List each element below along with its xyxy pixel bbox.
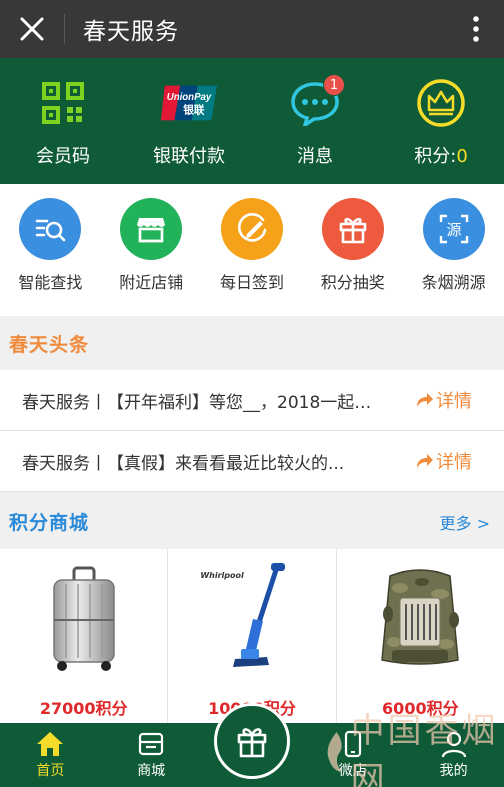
news-section-title: 春天头条 bbox=[9, 333, 90, 356]
product-card[interactable]: 27000积分 bbox=[0, 549, 169, 723]
close-icon bbox=[20, 17, 44, 41]
daily-checkin-label: 每日签到 bbox=[219, 273, 284, 292]
points-label-text: 积分: bbox=[414, 146, 457, 167]
points-lottery-button[interactable]: 积分抽奖 bbox=[302, 184, 403, 316]
tab-home[interactable]: 首页 bbox=[0, 723, 101, 787]
member-code-button[interactable]: 会员码 bbox=[0, 58, 126, 184]
gift-icon bbox=[339, 217, 367, 244]
points-label: 积分:0 bbox=[414, 142, 468, 168]
watermark-text: 中国香烟网 bbox=[350, 711, 499, 787]
trace-source-icon-text: 源 bbox=[446, 221, 461, 239]
camo-picnic-backpack-image bbox=[381, 569, 460, 665]
tab-shop-label: 商城 bbox=[137, 763, 166, 779]
page-title: 春天服务 bbox=[83, 19, 179, 45]
store-icon bbox=[137, 218, 166, 243]
nearby-stores-circle bbox=[120, 198, 183, 260]
member-code-label: 会员码 bbox=[36, 146, 90, 167]
message-badge: 1 bbox=[323, 74, 345, 96]
news-detail-link[interactable]: 详情 bbox=[416, 387, 472, 413]
quick-actions: 智能查找 附近店铺 每日签到 积分抽奖 源 条烟溯源 bbox=[0, 184, 504, 316]
points-lottery-label: 积分抽奖 bbox=[320, 273, 385, 292]
smart-search-circle bbox=[19, 198, 82, 260]
daily-checkin-circle bbox=[220, 198, 283, 260]
shop-bag-icon bbox=[139, 732, 164, 756]
unionpay-label: 银联付款 bbox=[153, 146, 225, 167]
points-value: 0 bbox=[456, 146, 468, 167]
news-item[interactable]: 春天服务丨【真假】来看看最近比较火的... 详情 bbox=[0, 431, 504, 492]
crown-icon bbox=[417, 79, 465, 127]
news-detail-link[interactable]: 详情 bbox=[416, 448, 472, 474]
daily-checkin-button[interactable]: 每日签到 bbox=[202, 184, 303, 316]
unionpay-logo: UnionPay 银联 bbox=[160, 85, 218, 121]
product-price: 27000积分 bbox=[39, 699, 128, 718]
smart-search-button[interactable]: 智能查找 bbox=[0, 184, 101, 316]
cigarette-trace-button[interactable]: 源 条烟溯源 bbox=[403, 184, 504, 316]
mall-more-link[interactable]: 更多 > bbox=[440, 510, 491, 534]
product-image: Whirlpool bbox=[168, 549, 335, 689]
home-icon bbox=[37, 732, 64, 756]
cigarette-trace-circle: 源 bbox=[422, 198, 485, 260]
tab-home-label: 首页 bbox=[36, 763, 65, 779]
flame-logo-icon bbox=[327, 732, 342, 772]
whirlpool-brand-logo: Whirlpool bbox=[200, 571, 244, 580]
news-item-text: 春天服务丨【真假】来看看最近比较火的... bbox=[22, 453, 345, 474]
product-card[interactable]: 6000积分 bbox=[337, 549, 504, 723]
news-item-text: 春天服务丨【开年福利】等您__，2018一起… bbox=[22, 392, 372, 413]
nearby-stores-label: 附近店铺 bbox=[119, 273, 184, 292]
title-bar: 春天服务 bbox=[0, 0, 504, 58]
vertical-dots-icon bbox=[473, 16, 479, 42]
watermark: 中国香烟网 bbox=[325, 711, 504, 787]
center-gift-button[interactable] bbox=[214, 703, 290, 779]
unionpay-logo-text-top: UnionPay bbox=[167, 92, 212, 103]
silver-suitcase-image bbox=[52, 566, 115, 671]
share-arrow-icon bbox=[417, 454, 433, 468]
news-detail-label: 详情 bbox=[436, 391, 472, 412]
more-button[interactable] bbox=[448, 0, 504, 58]
top-action-bar: 会员码 UnionPay 银联 银联付款 1 消息 积分:0 bbox=[0, 58, 504, 184]
product-card[interactable]: Whirlpool 10000积分 bbox=[168, 549, 337, 723]
news-section-header: 春天头条 bbox=[0, 316, 504, 370]
messages-button[interactable]: 1 消息 bbox=[252, 58, 378, 184]
product-image bbox=[337, 549, 504, 689]
news-detail-label: 详情 bbox=[436, 452, 472, 473]
unionpay-logo-text-bottom: 银联 bbox=[183, 104, 205, 117]
tab-shop[interactable]: 商城 bbox=[101, 723, 202, 787]
product-list: 27000积分 Whirlpool 10000积分 6 bbox=[0, 549, 504, 723]
mall-section-title: 积分商城 bbox=[9, 512, 90, 534]
unionpay-button[interactable]: UnionPay 银联 银联付款 bbox=[126, 58, 252, 184]
gift-center-icon bbox=[237, 728, 267, 758]
points-lottery-circle bbox=[321, 198, 384, 260]
product-image bbox=[0, 549, 167, 689]
mall-section-header: 积分商城 更多 > bbox=[0, 494, 504, 549]
smart-search-label: 智能查找 bbox=[18, 273, 83, 292]
nearby-stores-button[interactable]: 附近店铺 bbox=[101, 184, 202, 316]
share-arrow-icon bbox=[417, 393, 433, 407]
close-button[interactable] bbox=[0, 0, 64, 58]
points-button[interactable]: 积分:0 bbox=[378, 58, 504, 184]
news-item[interactable]: 春天服务丨【开年福利】等您__，2018一起… 详情 bbox=[0, 370, 504, 431]
cigarette-trace-label: 条烟溯源 bbox=[421, 273, 486, 292]
qr-code-icon bbox=[42, 82, 84, 124]
pencil-icon bbox=[237, 213, 267, 242]
messages-label: 消息 bbox=[297, 146, 333, 167]
search-list-icon bbox=[36, 219, 66, 242]
trace-source-icon: 源 bbox=[439, 214, 468, 244]
